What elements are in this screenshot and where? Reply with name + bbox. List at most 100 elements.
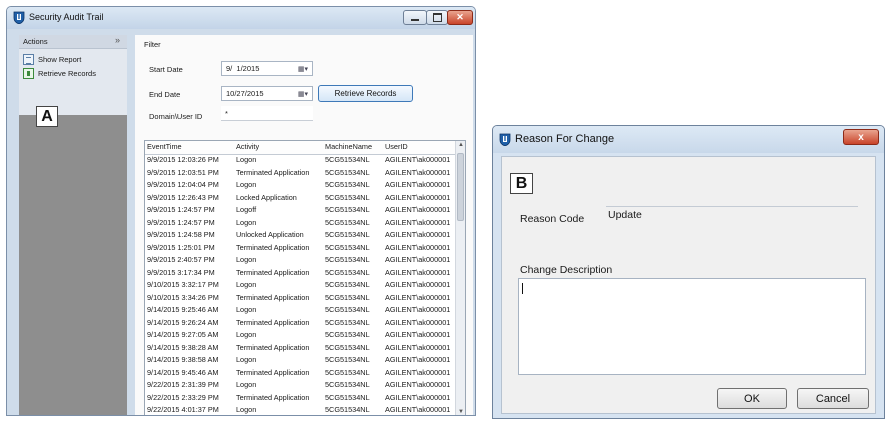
- reason-code-value[interactable]: Update: [608, 209, 642, 221]
- column-header-eventtime[interactable]: EventTime: [147, 141, 182, 154]
- cell-activity: Logon: [236, 305, 257, 314]
- column-header-activity[interactable]: Activity: [236, 141, 259, 154]
- table-row[interactable]: 9/14/2015 9:45:46 AM Terminated Applicati…: [145, 367, 455, 380]
- cell-userid: AGILENT\ak000001: [385, 180, 451, 189]
- cell-userid: AGILENT\ak000001: [385, 392, 451, 402]
- close-icon: ✕: [456, 12, 464, 22]
- table-row[interactable]: 9/9/2015 1:24:58 PM Unlocked Application 5…: [145, 229, 455, 242]
- cell-machinename: 5CG51534NL: [325, 205, 370, 214]
- cell-eventtime: 9/14/2015 9:45:46 AM: [147, 367, 219, 377]
- column-header-userid[interactable]: UserID: [385, 141, 408, 154]
- cell-userid: AGILENT\ak000001: [385, 155, 451, 164]
- table-row[interactable]: 9/9/2015 1:24:57 PM Logoff 5CG51534NL AGILE…: [145, 204, 455, 217]
- callout-label-b: B: [510, 173, 533, 194]
- table-row[interactable]: 9/9/2015 1:25:01 PM Terminated Applicatio…: [145, 242, 455, 255]
- cell-activity: Logon: [236, 155, 257, 164]
- filter-content: Filter Start Date 9/ 1/2015 ▦▾ End Date …: [135, 35, 473, 415]
- cell-userid: AGILENT\ak000001: [385, 292, 451, 302]
- actions-header[interactable]: Actions »: [19, 35, 127, 49]
- cell-activity: Logoff: [236, 205, 257, 214]
- cell-userid: AGILENT\ak000001: [385, 280, 451, 289]
- cell-machinename: 5CG51534NL: [325, 367, 370, 377]
- end-date-picker[interactable]: 10/27/2015 ▦▾: [221, 86, 313, 101]
- cell-userid: AGILENT\ak000001: [385, 205, 451, 214]
- app-shield-icon: [13, 11, 25, 26]
- cell-userid: AGILENT\ak000001: [385, 317, 451, 327]
- table-row[interactable]: 9/22/2015 2:33:29 PM Terminated Applicati…: [145, 392, 455, 405]
- close-button[interactable]: ✕: [447, 10, 473, 25]
- title-bar[interactable]: Security Audit Trail ✕: [7, 7, 475, 29]
- cell-machinename: 5CG51534NL: [325, 242, 370, 252]
- cell-userid: AGILENT\ak000001: [385, 355, 451, 364]
- cell-activity: Unlocked Application: [236, 230, 304, 239]
- cell-eventtime: 9/9/2015 1:24:57 PM: [147, 217, 215, 227]
- cell-activity: Logon: [236, 330, 257, 339]
- maximize-button[interactable]: [426, 10, 448, 25]
- table-row[interactable]: 9/9/2015 12:26:43 PM Locked Application 5C…: [145, 192, 455, 205]
- change-description-textarea[interactable]: [518, 278, 866, 375]
- grid-header: EventTime Activity MachineName UserID: [145, 141, 455, 155]
- scroll-up-icon[interactable]: ▲: [458, 142, 464, 148]
- start-date-value: 9/ 1/2015: [226, 64, 260, 73]
- domain-user-input[interactable]: *: [221, 106, 313, 121]
- cell-eventtime: 9/9/2015 1:24:57 PM: [147, 205, 215, 214]
- minimize-button[interactable]: [403, 10, 427, 25]
- cell-activity: Logon: [236, 180, 257, 189]
- retrieve-icon: [23, 68, 34, 79]
- table-row[interactable]: 9/9/2015 12:04:04 PM Logon 5CG51534NL AGILE…: [145, 179, 455, 192]
- collapse-chevron-icon[interactable]: »: [115, 35, 120, 45]
- end-date-label: End Date: [149, 90, 181, 99]
- vertical-scrollbar[interactable]: ▲ ▼: [455, 141, 465, 415]
- table-row[interactable]: 9/9/2015 1:24:57 PM Logon 5CG51534NL AGILEN…: [145, 217, 455, 230]
- table-row[interactable]: 9/22/2015 2:31:39 PM Logon 5CG51534NL AGILE…: [145, 379, 455, 392]
- cell-activity: Logon: [236, 217, 257, 227]
- action-show-report[interactable]: Show Report: [23, 53, 123, 66]
- table-row[interactable]: 9/14/2015 9:38:58 AM Logon 5CG51534NL AGILE…: [145, 354, 455, 367]
- audit-records-grid: EventTime Activity MachineName UserID 9/…: [144, 140, 466, 415]
- table-row[interactable]: 9/14/2015 9:38:28 AM Terminated Applicati…: [145, 342, 455, 355]
- cell-machinename: 5CG51534NL: [325, 355, 370, 364]
- calendar-dropdown-icon[interactable]: ▦▾: [292, 87, 314, 100]
- table-row[interactable]: 9/10/2015 3:34:26 PM Terminated Applicati…: [145, 292, 455, 305]
- dialog-title-bar[interactable]: Reason For Change x: [493, 126, 884, 153]
- table-row[interactable]: 9/14/2015 9:27:05 AM Logon 5CG51534NL AGILE…: [145, 329, 455, 342]
- table-row[interactable]: 9/14/2015 9:26:24 AM Terminated Applicati…: [145, 317, 455, 330]
- cell-userid: AGILENT\ak000001: [385, 255, 451, 264]
- cell-eventtime: 9/9/2015 2:40:57 PM: [147, 255, 215, 264]
- table-row[interactable]: 9/9/2015 3:17:34 PM Terminated Applicatio…: [145, 267, 455, 280]
- cell-userid: AGILENT\ak000001: [385, 217, 451, 227]
- dialog-title: Reason For Change: [515, 133, 615, 145]
- table-row[interactable]: 9/10/2015 3:32:17 PM Logon 5CG51534NL AGILE…: [145, 279, 455, 292]
- start-date-picker[interactable]: 9/ 1/2015 ▦▾: [221, 61, 313, 76]
- cell-machinename: 5CG51534NL: [325, 280, 370, 289]
- cell-userid: AGILENT\ak000001: [385, 342, 451, 352]
- action-label: Retrieve Records: [38, 69, 96, 78]
- cell-userid: AGILENT\ak000001: [385, 192, 451, 202]
- calendar-dropdown-icon[interactable]: ▦▾: [292, 62, 314, 75]
- close-icon: x: [858, 131, 864, 143]
- cell-activity: Terminated Application: [236, 292, 310, 302]
- dialog-close-button[interactable]: x: [843, 129, 879, 145]
- cell-activity: Terminated Application: [236, 267, 310, 277]
- cell-activity: Terminated Application: [236, 167, 310, 177]
- action-retrieve-records[interactable]: Retrieve Records: [23, 67, 123, 80]
- table-row[interactable]: 9/9/2015 2:40:57 PM Logon 5CG51534NL AGILEN…: [145, 254, 455, 267]
- cell-eventtime: 9/14/2015 9:38:58 AM: [147, 355, 219, 364]
- scroll-down-icon[interactable]: ▼: [458, 409, 464, 415]
- scroll-thumb[interactable]: [457, 153, 464, 221]
- cell-machinename: 5CG51534NL: [325, 330, 370, 339]
- security-audit-trail-window: Security Audit Trail ✕ Actions » Show Re…: [6, 6, 476, 416]
- dialog-client-area: B Reason Code Update Change Description …: [501, 156, 876, 414]
- cell-activity: Logon: [236, 405, 257, 414]
- table-row[interactable]: 9/14/2015 9:25:46 AM Logon 5CG51534NL AGILE…: [145, 304, 455, 317]
- table-row[interactable]: 9/22/2015 4:01:37 PM Logon 5CG51534NL AGILE…: [145, 404, 455, 415]
- cancel-button[interactable]: Cancel: [797, 388, 869, 409]
- retrieve-records-button[interactable]: Retrieve Records: [318, 85, 413, 102]
- cell-activity: Terminated Application: [236, 317, 310, 327]
- table-row[interactable]: 9/9/2015 12:03:51 PM Terminated Applicati…: [145, 167, 455, 180]
- column-header-machinename[interactable]: MachineName: [325, 141, 372, 154]
- ok-button[interactable]: OK: [717, 388, 787, 409]
- cell-userid: AGILENT\ak000001: [385, 167, 451, 177]
- actions-panel: Actions » Show Report Retrieve Records: [19, 35, 127, 115]
- table-row[interactable]: 9/9/2015 12:03:26 PM Logon 5CG51534NL AGILE…: [145, 154, 455, 167]
